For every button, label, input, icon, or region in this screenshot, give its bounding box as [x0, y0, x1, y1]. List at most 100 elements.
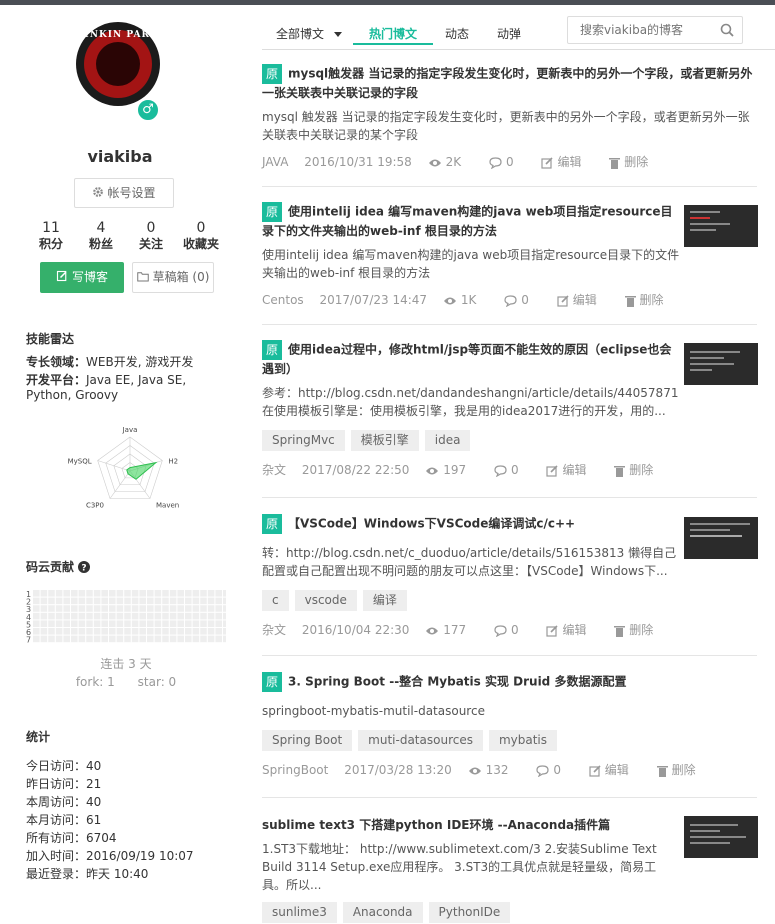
- contrib-cell[interactable]: [78, 635, 86, 643]
- contrib-cell[interactable]: [78, 605, 86, 612]
- stat-following[interactable]: 0 关注: [126, 220, 176, 252]
- contrib-cell[interactable]: [78, 590, 86, 597]
- contrib-cell[interactable]: [192, 628, 200, 635]
- account-settings-button[interactable]: 帐号设置: [74, 178, 174, 208]
- contrib-cell[interactable]: [223, 590, 226, 597]
- contrib-cell[interactable]: [63, 590, 70, 597]
- contrib-cell[interactable]: [55, 597, 63, 605]
- contrib-cell[interactable]: [55, 628, 63, 635]
- post-title[interactable]: 原使用intelij idea 编写maven构建的java web项目指定re…: [262, 202, 680, 240]
- tag[interactable]: sunlime3: [262, 902, 337, 923]
- delete-link[interactable]: 删除: [624, 293, 676, 307]
- contrib-cell[interactable]: [147, 605, 154, 612]
- contrib-cell[interactable]: [48, 628, 55, 635]
- contrib-cell[interactable]: [192, 620, 200, 627]
- stat-favorites[interactable]: 0 收藏夹: [176, 220, 226, 252]
- contrib-cell[interactable]: [154, 635, 162, 643]
- contrib-cell[interactable]: [162, 628, 169, 635]
- post-title[interactable]: 原使用idea过程中，修改html/jsp等页面不能生效的原因（eclipse也…: [262, 340, 680, 378]
- contrib-cell[interactable]: [33, 628, 40, 635]
- contrib-cell[interactable]: [162, 605, 169, 612]
- contrib-cell[interactable]: [71, 628, 78, 635]
- contrib-cell[interactable]: [139, 605, 146, 612]
- contrib-cell[interactable]: [154, 628, 162, 635]
- contrib-cell[interactable]: [185, 597, 192, 605]
- contrib-cell[interactable]: [33, 590, 40, 597]
- contrib-cell[interactable]: [192, 590, 200, 597]
- contrib-cell[interactable]: [124, 620, 131, 627]
- contrib-cell[interactable]: [33, 620, 40, 627]
- contrib-cell[interactable]: [154, 605, 162, 612]
- tag[interactable]: Spring Boot: [262, 730, 353, 751]
- contrib-cell[interactable]: [40, 612, 48, 620]
- contrib-cell[interactable]: [86, 628, 93, 635]
- contrib-cell[interactable]: [116, 635, 124, 643]
- contrib-cell[interactable]: [215, 590, 222, 597]
- contrib-cell[interactable]: [169, 612, 177, 620]
- contrib-cell[interactable]: [131, 620, 139, 627]
- contrib-cell[interactable]: [223, 635, 226, 643]
- edit-link[interactable]: 编辑: [589, 763, 641, 777]
- contrib-cell[interactable]: [207, 620, 215, 627]
- contrib-cell[interactable]: [109, 590, 116, 597]
- contrib-cell[interactable]: [101, 605, 108, 612]
- contrib-cell[interactable]: [154, 620, 162, 627]
- contrib-cell[interactable]: [63, 605, 70, 612]
- contrib-cell[interactable]: [169, 597, 177, 605]
- contrib-cell[interactable]: [200, 620, 207, 627]
- contrib-cell[interactable]: [147, 620, 154, 627]
- contrib-cell[interactable]: [215, 635, 222, 643]
- contrib-cell[interactable]: [162, 597, 169, 605]
- tab-activity[interactable]: 动态: [445, 25, 469, 42]
- contrib-cell[interactable]: [101, 612, 108, 620]
- post-category[interactable]: 杂文: [262, 463, 286, 477]
- contrib-cell[interactable]: [116, 597, 124, 605]
- contrib-cell[interactable]: [101, 628, 108, 635]
- contrib-cell[interactable]: [109, 635, 116, 643]
- edit-link[interactable]: 编辑: [557, 293, 609, 307]
- contrib-cell[interactable]: [109, 612, 116, 620]
- contrib-cell[interactable]: [207, 605, 215, 612]
- contrib-cell[interactable]: [55, 590, 63, 597]
- contrib-cell[interactable]: [139, 628, 146, 635]
- contrib-cell[interactable]: [55, 612, 63, 620]
- contrib-cell[interactable]: [116, 605, 124, 612]
- contrib-cell[interactable]: [207, 628, 215, 635]
- contrib-cell[interactable]: [215, 612, 222, 620]
- contrib-cell[interactable]: [147, 635, 154, 643]
- contrib-cell[interactable]: [86, 612, 93, 620]
- contrib-cell[interactable]: [192, 605, 200, 612]
- post-title[interactable]: sublime text3 下搭建python IDE环境 --Anaconda…: [262, 816, 680, 834]
- contrib-cell[interactable]: [71, 597, 78, 605]
- contrib-cell[interactable]: [71, 612, 78, 620]
- contrib-cell[interactable]: [139, 612, 146, 620]
- contrib-cell[interactable]: [154, 597, 162, 605]
- contrib-cell[interactable]: [215, 628, 222, 635]
- question-icon[interactable]: ?: [78, 561, 91, 574]
- contrib-cell[interactable]: [154, 590, 162, 597]
- contrib-cell[interactable]: [162, 635, 169, 643]
- search-input[interactable]: [568, 17, 708, 43]
- contrib-cell[interactable]: [63, 635, 70, 643]
- contrib-cell[interactable]: [185, 628, 192, 635]
- contrib-cell[interactable]: [177, 628, 184, 635]
- contrib-cell[interactable]: [116, 612, 124, 620]
- avatar[interactable]: LINKIN PARK: [76, 22, 160, 106]
- post-comments[interactable]: 0: [494, 623, 531, 637]
- contrib-cell[interactable]: [101, 590, 108, 597]
- contrib-cell[interactable]: [40, 635, 48, 643]
- contrib-cell[interactable]: [116, 620, 124, 627]
- contrib-cell[interactable]: [78, 597, 86, 605]
- contrib-cell[interactable]: [177, 597, 184, 605]
- contrib-cell[interactable]: [116, 590, 124, 597]
- contrib-cell[interactable]: [139, 620, 146, 627]
- contrib-cell[interactable]: [124, 612, 131, 620]
- contrib-cell[interactable]: [109, 620, 116, 627]
- tag[interactable]: SpringMvc: [262, 430, 345, 451]
- contrib-cell[interactable]: [177, 612, 184, 620]
- post-thumbnail[interactable]: [684, 205, 758, 247]
- contrib-cell[interactable]: [109, 597, 116, 605]
- contrib-cell[interactable]: [78, 612, 86, 620]
- contrib-cell[interactable]: [185, 590, 192, 597]
- contrib-cell[interactable]: [185, 620, 192, 627]
